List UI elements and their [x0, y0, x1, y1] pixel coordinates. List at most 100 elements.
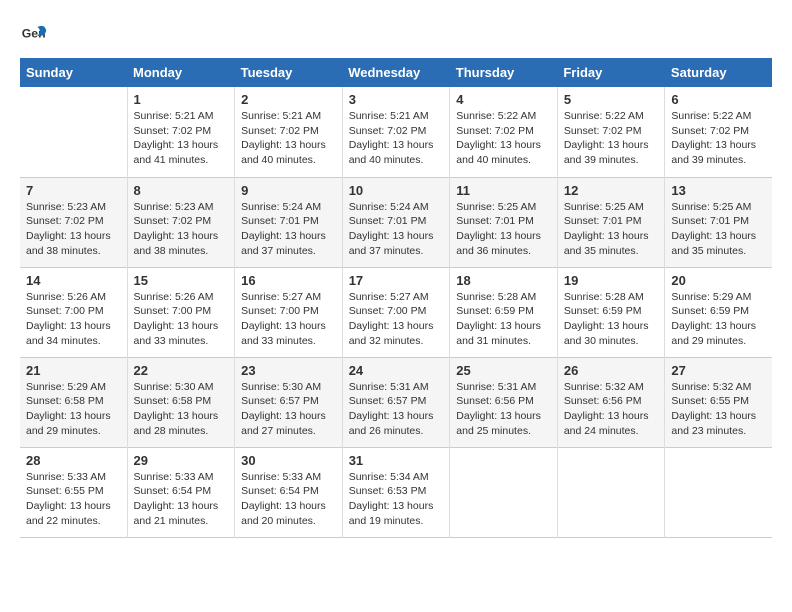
calendar-cell: 30 Sunrise: 5:33 AM Sunset: 6:54 PM Dayli… — [235, 447, 343, 537]
day-info: Sunrise: 5:23 AM Sunset: 7:02 PM Dayligh… — [26, 200, 121, 259]
day-number: 9 — [241, 183, 336, 198]
day-number: 2 — [241, 92, 336, 107]
calendar-week-row: 21 Sunrise: 5:29 AM Sunset: 6:58 PM Dayli… — [20, 357, 772, 447]
calendar-header-sunday: Sunday — [20, 58, 127, 87]
calendar-cell: 24 Sunrise: 5:31 AM Sunset: 6:57 PM Dayli… — [342, 357, 450, 447]
calendar-cell: 21 Sunrise: 5:29 AM Sunset: 6:58 PM Dayli… — [20, 357, 127, 447]
day-info: Sunrise: 5:31 AM Sunset: 6:56 PM Dayligh… — [456, 380, 551, 439]
calendar-cell: 8 Sunrise: 5:23 AM Sunset: 7:02 PM Daylig… — [127, 177, 235, 267]
day-number: 16 — [241, 273, 336, 288]
calendar-cell — [665, 447, 772, 537]
calendar-cell: 28 Sunrise: 5:33 AM Sunset: 6:55 PM Dayli… — [20, 447, 127, 537]
calendar-cell: 3 Sunrise: 5:21 AM Sunset: 7:02 PM Daylig… — [342, 87, 450, 177]
calendar-cell: 23Sunrise: 5:30 AM Sunset: 6:57 PM Dayli… — [235, 357, 343, 447]
day-number: 11 — [456, 183, 551, 198]
day-info: Sunrise: 5:33 AM Sunset: 6:54 PM Dayligh… — [241, 470, 336, 529]
day-info: Sunrise: 5:25 AM Sunset: 7:01 PM Dayligh… — [456, 200, 551, 259]
calendar-cell: 22Sunrise: 5:30 AM Sunset: 6:58 PM Dayli… — [127, 357, 235, 447]
day-number: 21 — [26, 363, 121, 378]
day-info: Sunrise: 5:27 AM Sunset: 7:00 PM Dayligh… — [241, 290, 336, 349]
day-number: 25 — [456, 363, 551, 378]
calendar-cell — [557, 447, 665, 537]
calendar-cell: 19 Sunrise: 5:28 AM Sunset: 6:59 PM Dayli… — [557, 267, 665, 357]
day-info: Sunrise: 5:23 AM Sunset: 7:02 PM Dayligh… — [134, 200, 229, 259]
logo: Gen — [20, 20, 52, 48]
calendar-cell — [20, 87, 127, 177]
day-number: 1 — [134, 92, 229, 107]
calendar-cell — [450, 447, 558, 537]
calendar-cell: 4 Sunrise: 5:22 AM Sunset: 7:02 PM Daylig… — [450, 87, 558, 177]
calendar-week-row: 28 Sunrise: 5:33 AM Sunset: 6:55 PM Dayli… — [20, 447, 772, 537]
calendar-cell: 15 Sunrise: 5:26 AM Sunset: 7:00 PM Dayli… — [127, 267, 235, 357]
day-info: Sunrise: 5:31 AM Sunset: 6:57 PM Dayligh… — [349, 380, 444, 439]
day-info: Sunrise: 5:26 AM Sunset: 7:00 PM Dayligh… — [134, 290, 229, 349]
day-info: Sunrise: 5:29 AM Sunset: 6:58 PM Dayligh… — [26, 380, 121, 439]
day-number: 17 — [349, 273, 444, 288]
calendar-cell: 29 Sunrise: 5:33 AM Sunset: 6:54 PM Dayli… — [127, 447, 235, 537]
day-number: 27 — [671, 363, 766, 378]
day-number: 15 — [134, 273, 229, 288]
calendar-week-row: 1 Sunrise: 5:21 AM Sunset: 7:02 PM Daylig… — [20, 87, 772, 177]
day-number: 12 — [564, 183, 659, 198]
calendar-cell: 14 Sunrise: 5:26 AM Sunset: 7:00 PM Dayli… — [20, 267, 127, 357]
calendar-header-wednesday: Wednesday — [342, 58, 450, 87]
day-info: Sunrise: 5:25 AM Sunset: 7:01 PM Dayligh… — [671, 200, 766, 259]
day-info: Sunrise: 5:33 AM Sunset: 6:54 PM Dayligh… — [134, 470, 229, 529]
day-number: 28 — [26, 453, 121, 468]
day-number: 7 — [26, 183, 121, 198]
day-number: 23 — [241, 363, 336, 378]
calendar-cell: 16 Sunrise: 5:27 AM Sunset: 7:00 PM Dayli… — [235, 267, 343, 357]
day-number: 26 — [564, 363, 659, 378]
calendar-cell: 18 Sunrise: 5:28 AM Sunset: 6:59 PM Dayli… — [450, 267, 558, 357]
day-number: 3 — [349, 92, 444, 107]
calendar-cell: 17 Sunrise: 5:27 AM Sunset: 7:00 PM Dayli… — [342, 267, 450, 357]
calendar-header-row: SundayMondayTuesdayWednesdayThursdayFrid… — [20, 58, 772, 87]
calendar-cell: 12 Sunrise: 5:25 AM Sunset: 7:01 PM Dayli… — [557, 177, 665, 267]
day-info: Sunrise: 5:32 AM Sunset: 6:56 PM Dayligh… — [564, 380, 659, 439]
day-info: Sunrise: 5:22 AM Sunset: 7:02 PM Dayligh… — [456, 109, 551, 168]
day-info: Sunrise: 5:26 AM Sunset: 7:00 PM Dayligh… — [26, 290, 121, 349]
day-info: Sunrise: 5:29 AM Sunset: 6:59 PM Dayligh… — [671, 290, 766, 349]
day-info: Sunrise: 5:21 AM Sunset: 7:02 PM Dayligh… — [241, 109, 336, 168]
calendar-header-thursday: Thursday — [450, 58, 558, 87]
day-number: 22 — [134, 363, 229, 378]
day-number: 30 — [241, 453, 336, 468]
calendar-header-friday: Friday — [557, 58, 665, 87]
day-info: Sunrise: 5:34 AM Sunset: 6:53 PM Dayligh… — [349, 470, 444, 529]
day-number: 19 — [564, 273, 659, 288]
day-number: 29 — [134, 453, 229, 468]
calendar-header-saturday: Saturday — [665, 58, 772, 87]
calendar-cell: 1Sunrise: 5:21 AM Sunset: 7:02 PM Daylig… — [127, 87, 235, 177]
day-number: 10 — [349, 183, 444, 198]
day-info: Sunrise: 5:33 AM Sunset: 6:55 PM Dayligh… — [26, 470, 121, 529]
day-number: 8 — [134, 183, 229, 198]
day-info: Sunrise: 5:21 AM Sunset: 7:02 PM Dayligh… — [349, 109, 444, 168]
calendar-week-row: 7 Sunrise: 5:23 AM Sunset: 7:02 PM Daylig… — [20, 177, 772, 267]
day-number: 18 — [456, 273, 551, 288]
day-number: 4 — [456, 92, 551, 107]
calendar-cell: 13 Sunrise: 5:25 AM Sunset: 7:01 PM Dayli… — [665, 177, 772, 267]
calendar-cell: 27Sunrise: 5:32 AM Sunset: 6:55 PM Dayli… — [665, 357, 772, 447]
day-number: 31 — [349, 453, 444, 468]
day-info: Sunrise: 5:28 AM Sunset: 6:59 PM Dayligh… — [564, 290, 659, 349]
day-info: Sunrise: 5:22 AM Sunset: 7:02 PM Dayligh… — [671, 109, 766, 168]
day-number: 24 — [349, 363, 444, 378]
day-number: 13 — [671, 183, 766, 198]
calendar-cell: 11 Sunrise: 5:25 AM Sunset: 7:01 PM Dayli… — [450, 177, 558, 267]
day-info: Sunrise: 5:25 AM Sunset: 7:01 PM Dayligh… — [564, 200, 659, 259]
calendar-table: SundayMondayTuesdayWednesdayThursdayFrid… — [20, 58, 772, 538]
day-number: 14 — [26, 273, 121, 288]
day-number: 6 — [671, 92, 766, 107]
day-info: Sunrise: 5:22 AM Sunset: 7:02 PM Dayligh… — [564, 109, 659, 168]
header: Gen — [20, 20, 772, 48]
calendar-cell: 20Sunrise: 5:29 AM Sunset: 6:59 PM Dayli… — [665, 267, 772, 357]
day-info: Sunrise: 5:24 AM Sunset: 7:01 PM Dayligh… — [241, 200, 336, 259]
logo-icon: Gen — [20, 20, 48, 48]
day-info: Sunrise: 5:28 AM Sunset: 6:59 PM Dayligh… — [456, 290, 551, 349]
calendar-cell: 26 Sunrise: 5:32 AM Sunset: 6:56 PM Dayli… — [557, 357, 665, 447]
calendar-cell: 7 Sunrise: 5:23 AM Sunset: 7:02 PM Daylig… — [20, 177, 127, 267]
calendar-cell: 31 Sunrise: 5:34 AM Sunset: 6:53 PM Dayli… — [342, 447, 450, 537]
day-info: Sunrise: 5:27 AM Sunset: 7:00 PM Dayligh… — [349, 290, 444, 349]
calendar-cell: 10Sunrise: 5:24 AM Sunset: 7:01 PM Dayli… — [342, 177, 450, 267]
calendar-week-row: 14 Sunrise: 5:26 AM Sunset: 7:00 PM Dayli… — [20, 267, 772, 357]
